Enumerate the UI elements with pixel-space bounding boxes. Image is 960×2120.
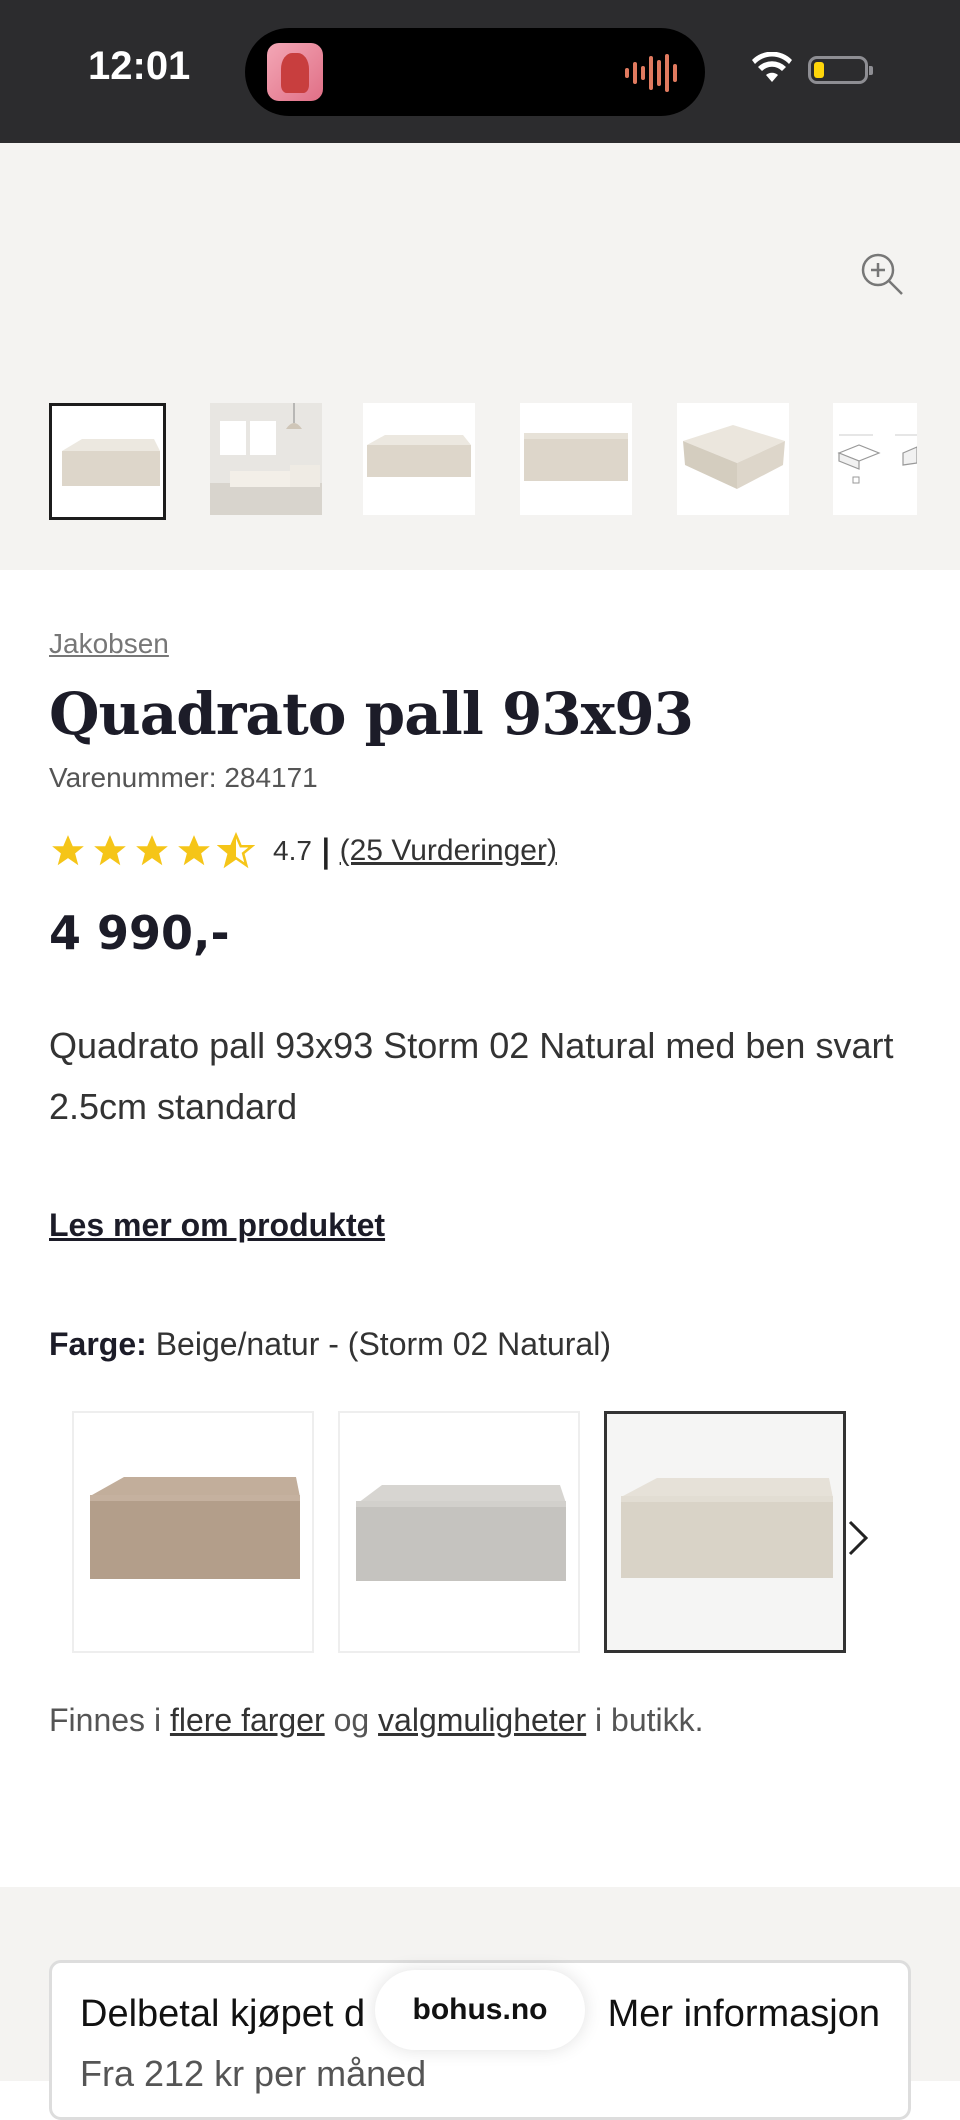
installment-title: Delbetal kjøpet d [80,1993,366,2035]
star-half-icon [217,832,255,869]
color-swatch-brown[interactable] [72,1411,314,1653]
more-info-link[interactable]: Mer informasjon [608,1993,880,2036]
options-link[interactable]: valgmuligheter [378,1702,586,1738]
rating-row: 4.7 | (25 Vurderinger) [49,826,557,876]
color-swatch-grey[interactable] [338,1411,580,1653]
gallery-thumbnails [0,403,960,523]
read-more-link[interactable]: Les mer om produktet [49,1207,385,1244]
zoom-icon[interactable] [858,250,906,298]
thumbnail-2[interactable] [210,403,322,515]
more-colors-link[interactable]: flere farger [170,1702,325,1738]
chevron-right-icon[interactable] [846,1518,870,1558]
availability-text: Finnes i flere farger og valgmuligheter … [49,1702,704,1738]
wifi-icon [752,52,792,82]
rating-stars [49,832,255,870]
color-swatch-beige-selected[interactable] [604,1411,846,1653]
thumbnail-4[interactable] [520,403,632,515]
brand-link[interactable]: Jakobsen [49,628,169,660]
color-selection: Farge: Beige/natur - (Storm 02 Natural) [49,1326,611,1363]
product-title: Quadrato pall 93x93 [49,680,694,748]
color-value: Beige/natur - (Storm 02 Natural) [155,1326,611,1362]
star-icon [52,835,84,866]
rating-value: 4.7 [273,835,312,866]
thumbnail-1[interactable] [49,403,166,520]
color-label: Farge: [49,1326,147,1362]
star-icon [178,835,210,866]
product-sku: Varenummer: 284171 [49,762,318,793]
product-gallery [0,143,960,570]
audio-wave-icon [625,54,677,92]
thumbnail-6[interactable] [833,403,917,515]
thumbnail-3[interactable] [363,403,475,515]
star-icon [94,835,126,866]
browser-url-bar[interactable]: bohus.no [375,1970,585,2050]
star-icon [136,835,168,866]
rating-separator: | [319,832,332,870]
now-playing-artwork [267,43,323,101]
status-bar: 12:01 [0,0,960,143]
product-description: Quadrato pall 93x93 Storm 02 Natural med… [49,1025,894,1127]
battery-icon [808,56,873,84]
product-price: 4 990,- [49,906,230,960]
status-time: 12:01 [88,44,191,88]
thumbnail-5[interactable] [677,403,789,515]
reviews-link[interactable]: (25 Vurderinger) [340,834,557,868]
installment-subtitle: Fra 212 kr per måned [80,2053,427,2094]
dynamic-island[interactable] [245,28,705,116]
